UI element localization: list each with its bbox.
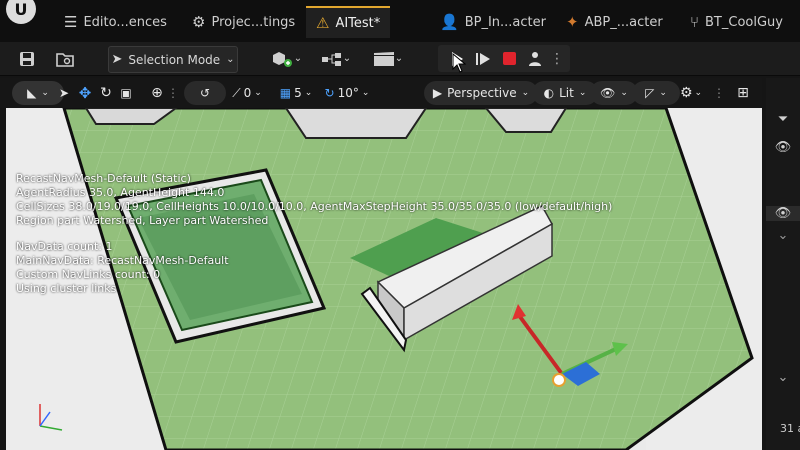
tab-label: BT_CoolGuy <box>705 14 783 30</box>
save-icon[interactable] <box>14 46 40 71</box>
chevron-down-icon: ⌄ <box>659 88 667 98</box>
outliner-panel: ⏷ 👁 👁 ⌄ ⌄ 31 a <box>766 78 800 450</box>
stop-icon[interactable] <box>496 46 522 71</box>
collapse-arrow-icon[interactable]: ⌄ <box>766 228 800 243</box>
perspective-dropdown[interactable]: ▶ Perspective ⌄ <box>424 81 538 105</box>
rotate-tool-icon[interactable]: ↻ <box>98 81 114 105</box>
stat-line: Custom NavLinks count: 0 <box>16 268 161 281</box>
tab-abp-character[interactable]: ✦ ABP_...acter <box>566 8 663 36</box>
perspective-label: Perspective <box>447 86 517 100</box>
stat-line: CellSizes 38.0/19.0/19.0, CellHeights 10… <box>16 200 613 213</box>
lit-label: Lit <box>559 86 574 100</box>
view-mode-dropdown[interactable]: ◐ Lit ⌄ <box>532 81 598 105</box>
tab-label: ABP_...acter <box>584 14 663 30</box>
unreal-logo-icon[interactable]: U <box>6 0 36 24</box>
separator-dots-icon: ⋮ <box>167 86 179 100</box>
stat-line: RecastNavMesh-Default (Static) <box>16 172 191 185</box>
show-flags-button[interactable]: 👁 ⌄ <box>590 81 638 105</box>
chevron-down-icon: ⌄ <box>254 88 262 98</box>
angle-snap-button[interactable]: ↻ 10° ⌄ <box>322 81 372 105</box>
stat-line: MainNavData: RecastNavMesh-Default <box>16 254 229 267</box>
selection-mode-label: Selection Mode <box>128 52 221 67</box>
grid-snap-value: 5 <box>294 86 302 100</box>
chevron-down-icon: ⌄ <box>521 88 530 98</box>
actor-count: 31 a <box>780 422 800 435</box>
cinematics-button[interactable]: ⌄ <box>366 46 410 71</box>
selection-arrow-icon: ➤ <box>111 52 123 67</box>
chevron-down-icon: ⌄ <box>304 88 313 98</box>
rotate-snap-value: 0 <box>243 86 252 100</box>
viewport-settings-button[interactable]: ⚙ ⌄ <box>676 81 706 105</box>
eye-icon[interactable]: 👁 <box>766 206 800 221</box>
tab-label: Projec...tings <box>211 14 296 30</box>
stat-line: Using cluster links <box>16 282 117 295</box>
chevron-down-icon: ⌄ <box>361 88 370 98</box>
translate-tool-icon[interactable]: ✥ <box>76 81 94 105</box>
angle-snap-icon: ↻ <box>324 86 335 100</box>
grid-snap-icon: ▦ <box>279 86 292 100</box>
lit-sphere-icon: ◐ <box>543 86 555 100</box>
scale-tool-icon[interactable]: ▣ <box>118 81 134 105</box>
gear-icon: ⚙ <box>679 85 693 101</box>
blueprint-person-icon: 👤 <box>440 13 459 31</box>
filter-icon[interactable]: ⏷ <box>766 112 800 127</box>
tab-label: Edito...ences <box>83 14 167 30</box>
behavior-tree-icon: ⑂ <box>690 13 700 31</box>
stat-line: AgentRadius 35.0, AgentHeight 144.0 <box>16 186 225 199</box>
selection-mode-dropdown[interactable]: ➤ Selection Mode ⌄ <box>108 46 238 73</box>
sliders-icon: ☰ <box>64 13 78 31</box>
eye-icon[interactable]: 👁 <box>766 140 800 155</box>
anim-blueprint-icon: ✦ <box>566 13 579 31</box>
angle-snap-value: 10° <box>337 86 359 100</box>
content-browser-icon[interactable] <box>52 46 78 71</box>
add-actor-button[interactable]: ⌄ <box>266 46 306 71</box>
world-space-icon[interactable]: ⊕ <box>148 81 166 105</box>
scalability-button[interactable]: ◸ ⌄ <box>632 81 680 105</box>
viewport-toolbar: ◣ ⌄ ➤ ✥ ↻ ▣ ⊕ ⋮ ↺ ⟋ 0 ⌄ ▦ 5 ⌄ ↻ 10° ⌄ ▶ … <box>0 78 762 108</box>
viewport-menu-icon: ◣ <box>27 86 37 100</box>
eye-icon: 👁 <box>600 86 616 100</box>
scalability-icon: ◸ <box>645 86 655 100</box>
possess-eject-icon[interactable] <box>522 46 548 71</box>
chevron-down-icon: ⌄ <box>620 88 628 98</box>
rotate-snap-button[interactable]: ⟋ 0 ⌄ <box>226 81 268 105</box>
rotate-snap-icon: ⟋ <box>232 85 241 100</box>
separator-dots-icon: ⋮ <box>713 86 725 100</box>
chevron-down-icon: ⌄ <box>394 53 404 64</box>
tab-label: AITest* <box>335 15 381 31</box>
more-options-icon[interactable]: ⋮ <box>548 46 566 71</box>
surface-snap-icon: ↺ <box>199 86 211 100</box>
level-icon: ⚠ <box>316 14 330 32</box>
tab-bt-coolguy[interactable]: ⑂ BT_CoolGuy <box>690 8 783 36</box>
grid-snap-button[interactable]: ▦ 5 ⌄ <box>276 81 316 105</box>
chevron-down-icon: ⌄ <box>293 53 303 64</box>
tab-aitest[interactable]: ⚠ AITest* <box>306 6 391 38</box>
chevron-down-icon: ⌄ <box>578 88 587 98</box>
blueprints-button[interactable]: ⌄ <box>316 46 356 71</box>
tab-bp-character[interactable]: 👤 BP_In...acter <box>440 8 546 36</box>
level-viewport[interactable]: RecastNavMesh-Default (Static) AgentRadi… <box>6 108 762 450</box>
tab-label: BP_In...acter <box>464 14 546 30</box>
advance-frame-icon[interactable] <box>470 46 496 71</box>
main-toolbar: ➤ Selection Mode ⌄ ⌄ ⌄ ⌄ ⋮ <box>0 42 800 76</box>
chevron-down-icon: ⌄ <box>41 88 49 98</box>
stat-line: NavData count: 1 <box>16 240 113 253</box>
tab-project-settings[interactable]: ⚙ Projec...tings <box>192 8 295 36</box>
project-settings-icon: ⚙ <box>192 13 206 31</box>
surface-snap-button[interactable]: ↺ <box>184 81 226 105</box>
chevron-down-icon: ⌄ <box>226 54 235 65</box>
stat-line: Region part Watershed, Layer part Waters… <box>16 214 269 227</box>
editor-tab-bar: U ☰ Edito...ences ⚙ Projec...tings ⚠ AIT… <box>0 0 800 42</box>
chevron-down-icon: ⌄ <box>342 53 352 64</box>
tab-editor-preferences[interactable]: ☰ Edito...ences <box>64 8 167 36</box>
expand-arrow-icon[interactable]: ⌄ <box>766 370 800 385</box>
mouse-cursor-icon <box>452 52 467 77</box>
camera-icon: ▶ <box>432 86 443 100</box>
select-tool-icon[interactable]: ➤ <box>56 81 72 105</box>
layout-grid-icon[interactable]: ⊞ <box>732 81 754 105</box>
chevron-down-icon: ⌄ <box>694 88 703 98</box>
